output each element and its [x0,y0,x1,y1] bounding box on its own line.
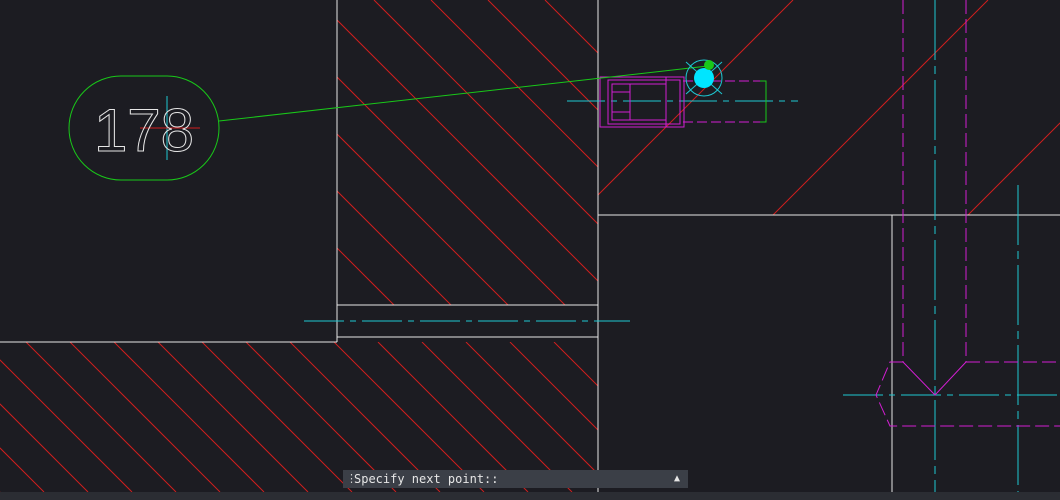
hatch-line [373,0,598,305]
hatch-line [716,0,1021,305]
hatch-line [337,0,509,305]
center-lines [304,0,1060,492]
hatch-line [598,0,599,215]
hatch-line [773,0,1060,305]
hatch-line [69,342,221,492]
hatch-line [730,342,880,492]
drawing-canvas[interactable]: 178 [0,0,1060,500]
fastener-detail [599,76,685,128]
hatch-line [967,0,1060,215]
hatch-line [25,342,177,492]
command-prompt-text: Specify next point:: [354,472,499,486]
hatch-line [0,342,89,492]
hatch-line [686,342,836,492]
hatch-line [0,342,45,492]
balloon-label: 178 [94,97,194,164]
grip-point-icon [694,68,714,88]
hatch-line [830,0,1060,305]
status-strip [0,492,1060,500]
hatch-line [602,0,907,305]
hatch-line [544,0,598,305]
cad-model-space[interactable]: 178 ⋮ Specify next point:: ▲ [0,0,1060,500]
cursor-grip-marker[interactable] [685,59,723,97]
hatch-line [772,0,989,215]
hidden-lines [683,0,1060,427]
object-lines [0,0,1060,492]
hatch-line [598,0,794,215]
hatch-line [659,0,964,305]
triangle-up-icon[interactable]: ▲ [674,470,680,488]
hatch-line [887,0,1060,305]
hatch-line [113,342,265,492]
balloon-leader-line [218,65,709,122]
hatch-line [201,342,353,492]
hatch-line [430,0,598,305]
command-line[interactable]: ⋮ Specify next point:: ▲ [343,470,688,488]
item-balloon[interactable]: 178 [68,75,220,181]
drag-grip-icon[interactable]: ⋮ [346,472,357,486]
hatch-line [157,342,309,492]
hatch-region-upper-right [598,0,1060,215]
hatch-line [337,0,598,305]
hatch-line [337,0,566,305]
leader-endpoint-icon [704,60,714,70]
